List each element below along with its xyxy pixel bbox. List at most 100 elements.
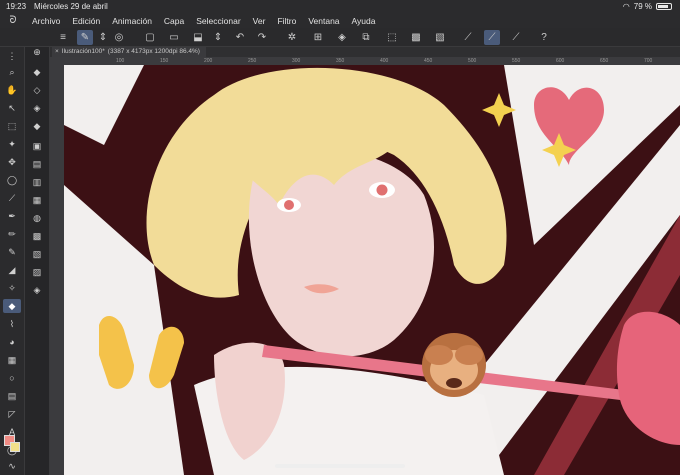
menu-icon[interactable]: ≡	[55, 30, 71, 45]
eyedropper-icon[interactable]: ⟋	[3, 191, 21, 205]
toggle-icon[interactable]: ⇕	[95, 30, 111, 45]
ruler-tick: 300	[292, 58, 301, 64]
menu-archivo[interactable]: Archivo	[26, 16, 66, 26]
battery-fill	[658, 5, 668, 8]
left-iris	[284, 200, 294, 210]
ruler-tick: 600	[556, 58, 565, 64]
menu-ver[interactable]: Ver	[247, 16, 272, 26]
document-tab[interactable]: × Ilustración100* (3387 x 4173px 1200dpi…	[52, 47, 206, 57]
menu-seleccionar[interactable]: Seleccionar	[190, 16, 246, 26]
layer-panel-icon[interactable]: ▣	[28, 139, 46, 153]
new-icon[interactable]: ▢	[142, 30, 158, 45]
menu-filtro[interactable]: Filtro	[271, 16, 302, 26]
clip-studio-app: 19:23 Miércoles 29 de abril ◠ 79 % ᘐ Arc…	[0, 0, 680, 475]
sub-tool-eraser-rough-icon[interactable]: ◆	[28, 119, 46, 133]
horizontal-ruler: 100 150 200 250 300 350 400 450 500 550 …	[50, 57, 680, 65]
stroke-icon[interactable]: ⟋	[508, 30, 524, 45]
ruler-tick: 700	[644, 58, 653, 64]
loading-icon[interactable]: ✲	[284, 30, 300, 45]
move-tool-icon[interactable]: ↖	[3, 101, 21, 115]
menu-ayuda[interactable]: Ayuda	[346, 16, 382, 26]
brush-size-icon[interactable]: ▦	[28, 193, 46, 207]
ruler-tick: 400	[380, 58, 389, 64]
material-icon[interactable]: ▩	[28, 229, 46, 243]
sub-tool-zoom-icon[interactable]: ⊕	[28, 45, 46, 59]
save-icon[interactable]: ⬓	[190, 30, 206, 45]
property-panel-icon[interactable]: ▥	[28, 175, 46, 189]
help-icon[interactable]: ?	[536, 30, 552, 45]
home-indicator[interactable]	[275, 464, 405, 468]
document-name: Ilustración100*	[61, 48, 105, 55]
sub-tool-eraser-hard-icon[interactable]: ◆	[28, 65, 46, 79]
blend-tool-icon[interactable]: ⌇	[3, 317, 21, 331]
see-no-evil-monkey-emoji	[422, 333, 486, 397]
operation-tool-icon[interactable]: ✥	[3, 155, 21, 169]
brush-tool-icon[interactable]: ✎	[3, 245, 21, 259]
menu-capa[interactable]: Capa	[158, 16, 190, 26]
view-icon[interactable]: ◎	[111, 30, 127, 45]
menu-edicion[interactable]: Edición	[66, 16, 106, 26]
deselect-icon[interactable]: ▩	[408, 30, 424, 45]
redo-icon[interactable]: ↷	[254, 30, 270, 45]
export-icon[interactable]: ⇕	[210, 30, 226, 45]
layer-property-icon[interactable]: ▨	[28, 265, 46, 279]
color-wheel-icon[interactable]: ◍	[28, 211, 46, 225]
status-bar: 19:23 Miércoles 29 de abril ◠ 79 %	[0, 0, 680, 13]
ruler-tool-icon[interactable]: ◸	[3, 407, 21, 421]
ruler-tick: 100	[116, 58, 125, 64]
pen-icon[interactable]: ⟋	[484, 30, 500, 45]
pencil-tool-icon[interactable]: ✏	[3, 227, 21, 241]
command-bar: ≡ ✎ ⇕ ◎ ▢ ▭ ⬓ ⇕ ↶ ↷ ✲ ⊞ ◈ ⧉ ⬚ ▩ ▧ ⟋ ⟋ ⟋ …	[0, 28, 680, 47]
clip-studio-logo-icon[interactable]: ᘐ	[0, 15, 26, 26]
menu-animacion[interactable]: Animación	[106, 16, 158, 26]
undo-icon[interactable]: ↶	[232, 30, 248, 45]
figure-tool-icon[interactable]: ○	[3, 371, 21, 385]
canvas-area[interactable]: 100 150 200 250 300 350 400 450 500 550 …	[50, 57, 680, 475]
lasso-icon[interactable]: ⬚	[384, 30, 400, 45]
open-icon[interactable]: ▭	[166, 30, 182, 45]
frame-tool-icon[interactable]: ▤	[3, 389, 21, 403]
ruler-icon[interactable]: ⟋	[460, 30, 476, 45]
layers-icon[interactable]: ◈	[28, 283, 46, 297]
decoration-tool-icon[interactable]: ✧	[3, 281, 21, 295]
vertical-ruler	[50, 65, 64, 475]
ruler-tick: 450	[424, 58, 433, 64]
illustration-artwork	[64, 65, 680, 475]
hand-tool-icon[interactable]: ✋	[3, 83, 21, 97]
menu-bar: ᘐ Archivo Edición Animación Capa Selecci…	[0, 13, 680, 28]
sub-tool-eraser-soft-icon[interactable]: ◇	[28, 83, 46, 97]
history-icon[interactable]: ▧	[28, 247, 46, 261]
eraser-tool-icon[interactable]: ◆	[3, 299, 21, 313]
sub-color-swatch[interactable]	[10, 442, 20, 452]
pen-tool-icon[interactable]: ✒	[3, 209, 21, 223]
document-info: (3387 x 4173px 1200dpi 86.4%)	[107, 48, 200, 55]
navigator-icon[interactable]: ▤	[28, 157, 46, 171]
illustration-canvas[interactable]	[64, 65, 680, 475]
zoom-tool-icon[interactable]: ⌕	[3, 65, 21, 79]
canvas-icon[interactable]: ✎	[77, 30, 93, 45]
clear-icon[interactable]: ⊞	[310, 30, 326, 45]
tool-settings-icon[interactable]: ⋮	[3, 49, 21, 63]
transform-icon[interactable]: ⧉	[358, 30, 374, 45]
ruler-tick: 350	[336, 58, 345, 64]
lasso-tool-icon[interactable]: ◯	[3, 173, 21, 187]
selection-tool-icon[interactable]: ⬚	[3, 119, 21, 133]
sub-tool-eraser-vector-icon[interactable]: ◈	[28, 101, 46, 115]
ruler-tick: 200	[204, 58, 213, 64]
correct-line-tool-icon[interactable]: ∿	[3, 459, 21, 473]
invert-icon[interactable]: ▧	[432, 30, 448, 45]
battery-percent: 79 %	[633, 2, 652, 11]
close-tab-icon[interactable]: ×	[55, 47, 59, 57]
ruler-tick: 150	[160, 58, 169, 64]
magic-wand-icon[interactable]: ✦	[3, 137, 21, 151]
ruler-tick: 500	[468, 58, 477, 64]
sub-tool-bar: ⊕ ◆ ◇ ◈ ◆ ▣ ▤ ▥ ▦ ◍ ▩ ▧ ▨ ◈	[25, 47, 50, 475]
ruler-tick: 250	[248, 58, 257, 64]
tool-bar: ⋮ ⌕ ✋ ↖ ⬚ ✦ ✥ ◯ ⟋ ✒ ✏ ✎ ◢ ✧ ◆ ⌇ ◕ ▦ ○ ▤ …	[0, 47, 25, 475]
fill-icon[interactable]: ◈	[334, 30, 350, 45]
gradient-tool-icon[interactable]: ▦	[3, 353, 21, 367]
airbrush-tool-icon[interactable]: ◢	[3, 263, 21, 277]
fill-tool-icon[interactable]: ◕	[3, 335, 21, 349]
status-date: Miércoles 29 de abril	[34, 2, 108, 11]
menu-ventana[interactable]: Ventana	[302, 16, 345, 26]
